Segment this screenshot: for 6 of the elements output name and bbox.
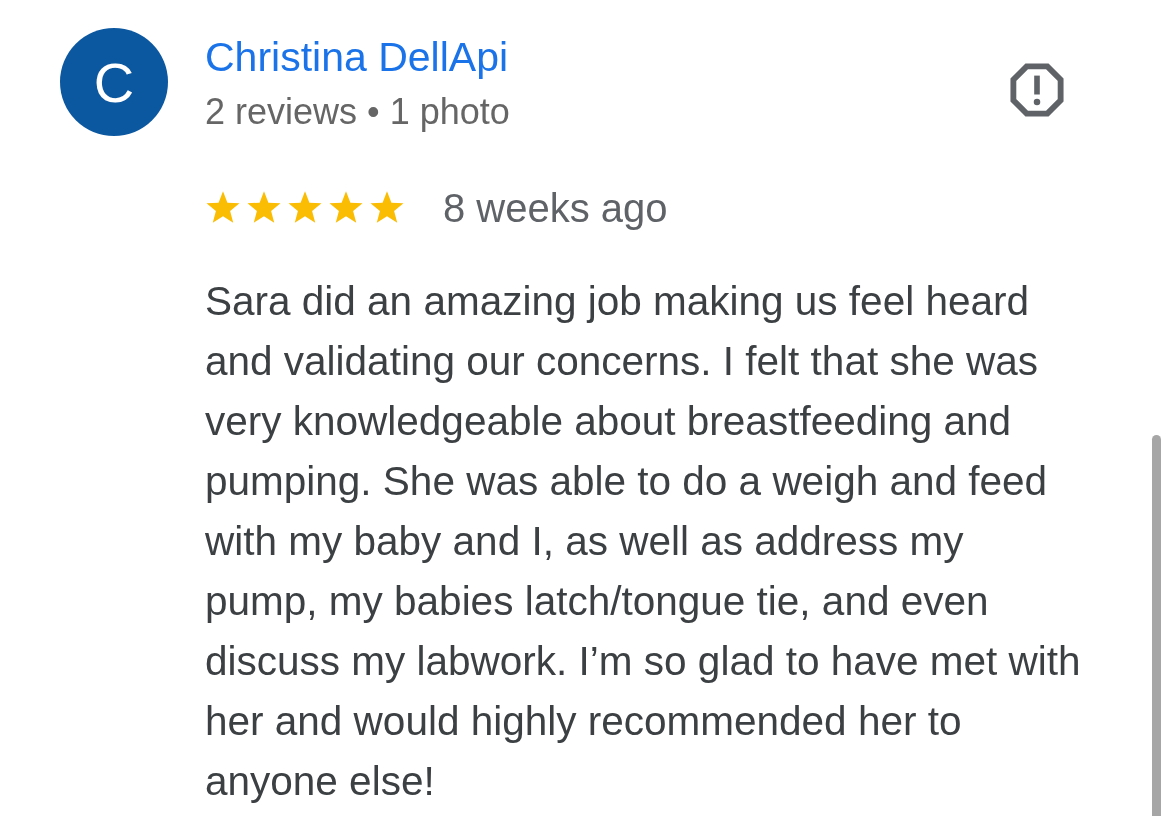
reviewer-stats: 2 reviews • 1 photo (205, 90, 510, 134)
review-text: Sara did an amazing job making us feel heard and validating our concerns. I felt that she was very knowledgeable about breastfeeding and pumping. She was able to do a weigh and feed with my baby and I, as well as address my pump, my babies latch/tongue tie, and even discuss my labwork. I’m so glad to have met with her and would highly recommended her to anyone else! (205, 277, 1082, 806)
exclamation-octagon-icon[interactable] (1010, 63, 1064, 117)
review-time: 8 weeks ago (443, 185, 668, 231)
reviewer-name[interactable]: Christina DellApi (205, 34, 510, 80)
avatar-initial: C (60, 28, 168, 136)
